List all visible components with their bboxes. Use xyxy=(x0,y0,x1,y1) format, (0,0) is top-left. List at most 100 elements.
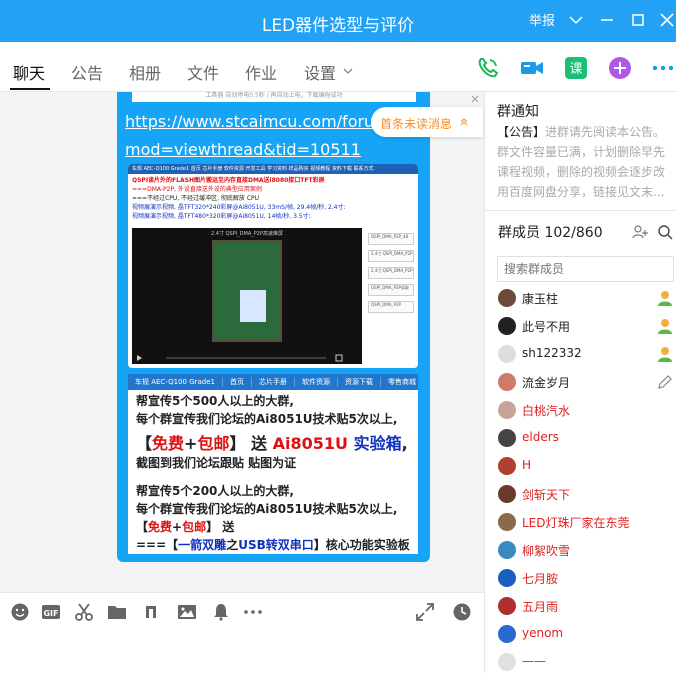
member-item[interactable]: H xyxy=(498,454,676,478)
scissors-icon[interactable] xyxy=(74,602,94,622)
active-tab-indicator xyxy=(10,88,50,90)
avatar xyxy=(498,317,516,335)
tab-announcement[interactable]: 公告 xyxy=(71,60,103,84)
member-item[interactable]: elders xyxy=(498,426,676,450)
add-app-icon[interactable] xyxy=(607,55,633,81)
member-item[interactable]: 流金岁月 xyxy=(498,370,676,394)
member-name: —— xyxy=(522,654,546,668)
lcd-screen xyxy=(240,290,266,322)
promo-line: 每个群宣传我们论坛的Ai8051U技术贴5次以上, xyxy=(136,412,398,426)
forum-screenshot-image[interactable]: 车规 AEC-Q100 Grade1 首页 芯片手册 软件资源 开发工具 学习资… xyxy=(128,164,418,368)
video-player[interactable]: 2.4寸 QSPI_DMA_P2P高速推屏 xyxy=(132,228,362,364)
history-clock-icon[interactable] xyxy=(452,602,472,622)
person-icon xyxy=(658,347,672,362)
forum-nav-bar: 车规 AEC-Q100 Grade1 首页 芯片手册 软件资源 开发工具 学习资… xyxy=(128,164,418,174)
video-call-icon[interactable] xyxy=(519,55,545,81)
avatar xyxy=(498,401,516,419)
double-chevron-up-icon xyxy=(460,118,468,126)
playlist-item[interactable]: QSPI_DMA_P2P xyxy=(368,301,414,313)
music-icon[interactable] xyxy=(141,602,161,622)
close-icon[interactable] xyxy=(470,94,480,104)
title-bar: LED器件选型与评价 举报 xyxy=(0,0,676,42)
playlist-item[interactable]: QSPI_DMA_P2P_48 xyxy=(368,233,414,245)
maximize-icon[interactable] xyxy=(627,7,649,33)
promo-line: 帮宣传5个200人以上的大群, xyxy=(136,484,294,498)
more-icon[interactable] xyxy=(243,602,263,622)
video-title: 2.4寸 QSPI_DMA_P2P高速推屏 xyxy=(211,231,283,237)
member-search-input[interactable] xyxy=(497,256,674,282)
folder-icon[interactable] xyxy=(107,602,127,622)
member-item[interactable]: LED灯珠厂家在东莞 xyxy=(498,510,676,534)
image-icon[interactable] xyxy=(177,602,197,622)
member-count: 群成员 102/860 xyxy=(498,225,603,241)
playlist-item[interactable]: QSPI_DMA_P2P读取 xyxy=(368,284,414,296)
member-item[interactable]: 此号不用 xyxy=(498,314,676,338)
more-icon[interactable] xyxy=(650,55,676,81)
nav-item: 首页 xyxy=(223,377,252,387)
forum-link-line2[interactable]: mod=viewthread&tid=10511 xyxy=(125,140,361,159)
tab-chat[interactable]: 聊天 xyxy=(13,60,45,84)
svg-text:GIF: GIF xyxy=(43,609,58,618)
promo-nav-bar: 车规 AEC-Q100 Grade1 首页 芯片手册 软件资源 资源下载 零售商… xyxy=(128,374,418,390)
tab-album[interactable]: 相册 xyxy=(129,60,161,84)
avatar xyxy=(498,653,516,671)
expand-icon[interactable] xyxy=(415,602,435,622)
emoji-icon[interactable] xyxy=(10,602,30,622)
person-icon xyxy=(658,319,672,334)
message-fragment-text: 工具器 自动停电0.5秒 / 再自动上电，下载编程成功 xyxy=(132,92,416,102)
avatar xyxy=(498,373,516,391)
member-item[interactable]: sh122332 xyxy=(498,342,676,366)
dev-board-image xyxy=(212,240,282,342)
tab-homework[interactable]: 作业 xyxy=(245,60,277,84)
search-icon[interactable] xyxy=(657,224,673,240)
member-item[interactable]: 剑斩天下 xyxy=(498,482,676,506)
avatar xyxy=(498,485,516,503)
member-name: 七月胺 xyxy=(522,572,559,586)
promo-line: 每个群宣传我们论坛的Ai8051U技术贴5次以上, xyxy=(136,502,398,516)
promo-screenshot-image[interactable]: 车规 AEC-Q100 Grade1 首页 芯片手册 软件资源 资源下载 零售商… xyxy=(128,374,418,554)
minimize-icon[interactable] xyxy=(596,7,618,33)
tab-settings[interactable]: 设置 xyxy=(304,60,336,84)
promo-line: 截图到我们论坛跟贴 贴图为证 xyxy=(136,456,297,470)
promo-line: 帮宣传5个500人以上的大群, xyxy=(136,394,294,408)
close-icon[interactable] xyxy=(656,7,676,33)
promo-line-highlight: 【免费+包邮】 送 Ai8051U 实验箱, xyxy=(136,434,408,453)
first-unread-button[interactable]: 首条未读消息 xyxy=(371,107,483,137)
member-item[interactable]: 五月雨 xyxy=(498,594,676,618)
nav-item: 芯片手册 xyxy=(252,377,295,387)
report-button[interactable]: 举报 xyxy=(529,10,555,29)
forum-post-text: QSPI读片外的FLASH图片搬运至内存直接DMA送i8080接口TFT彩屏 =… xyxy=(132,177,346,220)
group-notice-title: 群通知 xyxy=(497,104,539,120)
member-item[interactable]: —— xyxy=(498,650,676,673)
playlist-item[interactable]: 2.4寸 QSPI_DMA_P2P xyxy=(368,267,414,279)
member-item[interactable]: 七月胺 xyxy=(498,566,676,590)
member-name: 剑斩天下 xyxy=(522,488,571,502)
video-playlist: QSPI_DMA_P2P_48 2.4寸 QSPI_DMA_P2P 2.4寸 Q… xyxy=(366,228,416,364)
person-icon xyxy=(658,291,672,306)
video-controls[interactable] xyxy=(136,354,358,362)
member-item[interactable]: 柳絮吹雪 xyxy=(498,538,676,562)
tab-bar: 聊天 公告 相册 文件 作业 设置 课 xyxy=(0,42,676,92)
member-item[interactable]: 白桃汽水 xyxy=(498,398,676,422)
playlist-item[interactable]: 2.4寸 QSPI_DMA_P2P xyxy=(368,250,414,262)
nav-item: 软件资源 xyxy=(295,377,338,387)
member-name: yenom xyxy=(522,626,564,640)
chevron-down-icon[interactable] xyxy=(342,66,354,76)
tab-files[interactable]: 文件 xyxy=(187,60,219,84)
nav-item: 车规 AEC-Q100 Grade1 xyxy=(128,377,223,387)
avatar xyxy=(498,429,516,447)
bell-icon[interactable] xyxy=(211,602,231,622)
pencil-icon[interactable] xyxy=(656,373,674,391)
gif-icon[interactable]: GIF xyxy=(41,602,61,622)
chat-area[interactable]: 工具器 自动停电0.5秒 / 再自动上电，下载编程成功 https://www.… xyxy=(0,92,484,592)
input-toolbar: GIF xyxy=(0,592,484,673)
group-notice[interactable]: 群通知 【公告】进群请先阅读本公告。群文件容量已满，计划删除早先课程视频，删除的… xyxy=(485,92,676,210)
member-item[interactable]: yenom xyxy=(498,622,676,646)
add-member-icon[interactable] xyxy=(632,224,648,240)
phone-call-icon[interactable] xyxy=(475,55,501,81)
member-item[interactable]: 康玉柱 xyxy=(498,286,676,310)
class-icon[interactable]: 课 xyxy=(563,55,589,81)
chevron-down-icon[interactable] xyxy=(565,7,587,33)
member-name: 五月雨 xyxy=(522,600,559,614)
avatar xyxy=(498,289,516,307)
